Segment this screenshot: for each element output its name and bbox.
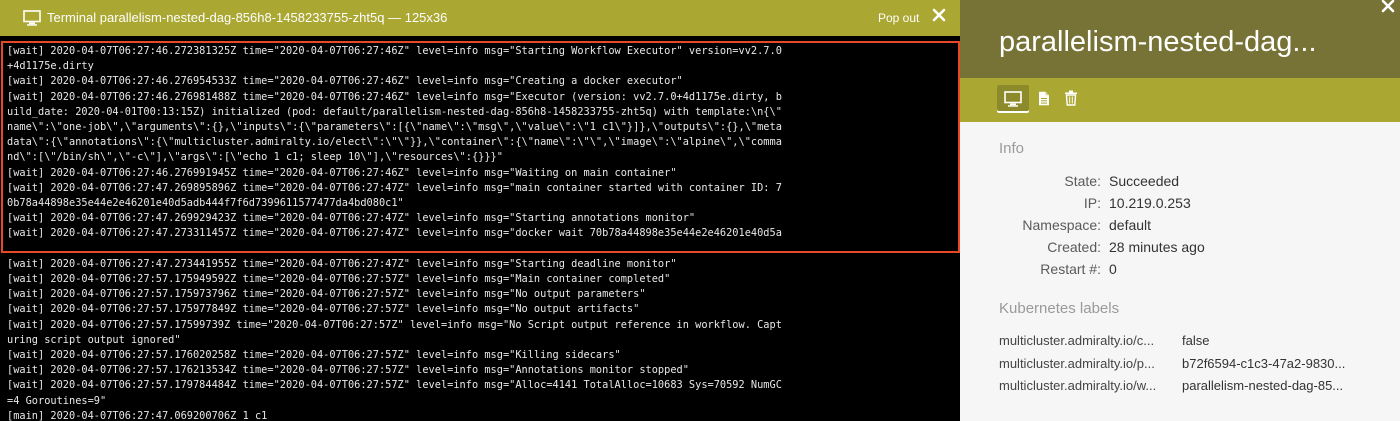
label-key: multicluster.admiralty.io/p... (999, 356, 1174, 372)
log-line: [wait] 2020-04-07T06:27:57.175949592Z ti… (7, 272, 960, 287)
log-line: [wait] 2020-04-07T06:27:47.269929423Z ti… (7, 211, 960, 226)
log-line: [wait] 2020-04-07T06:27:46.276991945Z ti… (7, 166, 960, 181)
log-line: nd\":[\"/bin/sh\",\"-c\"],\"args\":[\"ec… (7, 150, 960, 165)
log-line: [wait] 2020-04-07T06:27:57.17599739Z tim… (7, 318, 960, 333)
log-line: [wait] 2020-04-07T06:27:46.272381325Z ti… (7, 44, 960, 59)
popout-button[interactable]: Pop out (878, 10, 919, 26)
log-line: [wait] 2020-04-07T06:27:46.276954533Z ti… (7, 74, 960, 89)
info-heading: Info (999, 140, 1024, 158)
info-label: Restart #: (960, 260, 1101, 278)
label-value: b72f6594-c1c3-47a2-9830... (1182, 356, 1394, 372)
log-line: [wait] 2020-04-07T06:27:57.176213534Z ti… (7, 363, 960, 378)
info-label: Created: (960, 238, 1101, 256)
label-value: false (1182, 333, 1394, 349)
log-line: [wait] 2020-04-07T06:27:57.176020258Z ti… (7, 348, 960, 363)
log-line: [wait] 2020-04-07T06:27:47.273441955Z ti… (7, 257, 960, 272)
log-line: =4 Goroutines=9" (7, 394, 960, 409)
state-value: Succeeded (1109, 172, 1179, 190)
log-line: [wait] 2020-04-07T06:27:57.175973796Z ti… (7, 287, 960, 302)
terminal-output[interactable]: [wait] 2020-04-07T06:27:46.272381325Z ti… (0, 36, 960, 421)
log-line: [wait] 2020-04-07T06:27:57.175977849Z ti… (7, 302, 960, 317)
terminal-panel: Terminal parallelism-nested-dag-856h8-14… (0, 0, 960, 421)
info-label: IP: (960, 194, 1101, 212)
close-icon[interactable] (1380, 0, 1396, 14)
namespace-value: default (1109, 216, 1151, 234)
log-line: name\":\"one-job\",\"arguments\":{},\"in… (7, 120, 960, 135)
log-line: uring script output ignored" (7, 333, 960, 348)
details-toolbar (960, 78, 1400, 122)
details-header: parallelism-nested-dag... (960, 0, 1400, 78)
ip-value: 10.219.0.253 (1109, 194, 1191, 212)
log-line: [wait] 2020-04-07T06:27:57.179784484Z ti… (7, 378, 960, 393)
label-value: parallelism-nested-dag-85... (1182, 378, 1394, 394)
log-line: [wait] 2020-04-07T06:27:46.276981488Z ti… (7, 90, 960, 105)
kubernetes-labels-heading: Kubernetes labels (999, 300, 1119, 318)
pod-details-panel: parallelism-nested-dag... (960, 0, 1400, 421)
log-line: [main] 2020-04-07T06:27:47.069200706Z 1 … (7, 409, 960, 421)
pod-title: parallelism-nested-dag... (999, 24, 1317, 60)
tab-terminal[interactable] (997, 85, 1029, 113)
log-line: +4d1175e.dirty (7, 59, 960, 74)
log-line: uild_date: 2020-04-01T00:13:15Z) initial… (7, 105, 960, 120)
monitor-icon (23, 10, 41, 26)
restart-count-value: 0 (1109, 260, 1117, 278)
terminal-title: Terminal parallelism-nested-dag-856h8-14… (47, 10, 447, 26)
log-line (7, 242, 960, 257)
log-line: [wait] 2020-04-07T06:27:47.269895896Z ti… (7, 181, 960, 196)
log-line: data\":{\"annotations\":{\"multicluster.… (7, 135, 960, 150)
trash-icon (1064, 90, 1078, 106)
details-body: Info State: Succeeded IP: 10.219.0.253 N… (960, 122, 1400, 421)
terminal-header: Terminal parallelism-nested-dag-856h8-14… (0, 0, 960, 36)
info-label: State: (960, 172, 1101, 190)
document-icon (1038, 91, 1050, 106)
tab-logs[interactable] (1034, 85, 1054, 113)
label-key: multicluster.admiralty.io/c... (999, 333, 1174, 349)
label-key: multicluster.admiralty.io/w... (999, 378, 1174, 394)
log-line: 0b78a44898e35e44e2e46201e40d5adb444f7f6d… (7, 196, 960, 211)
close-icon[interactable] (932, 8, 946, 22)
info-label: Namespace: (960, 216, 1101, 234)
delete-button[interactable] (1060, 85, 1082, 113)
created-value: 28 minutes ago (1109, 238, 1205, 256)
monitor-icon (1004, 91, 1022, 107)
log-line: [wait] 2020-04-07T06:27:47.273311457Z ti… (7, 226, 960, 241)
